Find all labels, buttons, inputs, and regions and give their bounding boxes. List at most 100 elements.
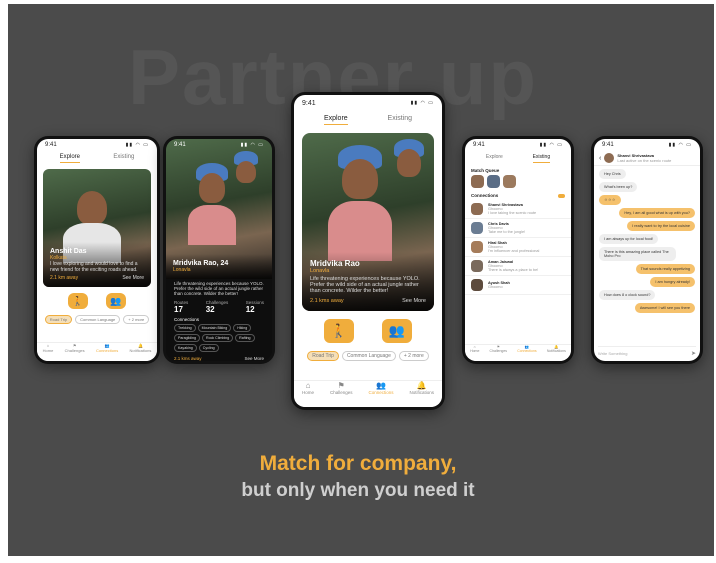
tab-explore[interactable]: Explore — [486, 154, 503, 163]
message-bubble: I really want to try the local cuisine — [627, 221, 695, 231]
connections-heading: Connections — [174, 317, 200, 322]
nav-notifications[interactable]: 🔔 Notifications — [130, 343, 152, 361]
message-bubble: Hey, I am all good what is up with you? — [619, 208, 695, 218]
nav-connections[interactable]: 👥 Connections — [517, 345, 536, 361]
list-item[interactable]: Chris Davis Ghoomo Take me to the jungle! — [465, 219, 571, 238]
chip-more[interactable]: + 2 more — [398, 351, 429, 361]
interest-chips: Trekking Mountain Biking Hiking Paraglid… — [166, 324, 272, 352]
phone-existing: 9:41 ▮▮ ◠ ▭ Explore Existing Match Queue … — [462, 136, 574, 364]
chip-interest[interactable]: Rafting — [235, 334, 255, 342]
status-bar: 9:41 ▮▮ ◠ ▭ — [37, 139, 157, 151]
chip-interest[interactable]: Kayaking — [174, 344, 197, 352]
presentation-board: Partner up 9:41 ▮▮ ◠ ▭ Explore Existing A… — [8, 4, 714, 556]
people-icon: 👥 — [375, 381, 386, 390]
message-bubble: I am always up for local food! — [599, 234, 659, 244]
see-more-link[interactable]: See More — [402, 298, 426, 304]
bottom-nav: ⌂ Home ⚑ Challenges 👥 Connections 🔔 Notifica… — [465, 344, 571, 361]
status-bar: 9:41 ▮▮ ◠ ▭ — [174, 142, 264, 148]
nav-notifications[interactable]: 🔔 Notifications — [409, 381, 434, 407]
chip-common-language[interactable]: Common Language — [75, 315, 121, 324]
top-tabs: Explore Existing — [465, 151, 571, 166]
profile-name: Mridvika Rao — [310, 259, 360, 268]
see-more-link[interactable]: See More — [244, 356, 264, 361]
phone-explore-1: 9:41 ▮▮ ◠ ▭ Explore Existing Anshit Das K… — [34, 136, 160, 364]
chip-road-trip[interactable]: Road Trip — [44, 315, 73, 324]
chip-road-trip[interactable]: Road Trip — [307, 351, 339, 361]
nav-challenges[interactable]: ⚑ Challenges — [490, 345, 508, 361]
avatar[interactable] — [471, 175, 484, 188]
tab-existing[interactable]: Existing — [532, 154, 551, 163]
back-icon[interactable]: ‹ — [599, 155, 601, 162]
nav-home[interactable]: ⌂ Home — [302, 381, 314, 407]
profile-bio: Life threatening experiences because YOL… — [310, 276, 420, 294]
nav-connections[interactable]: 👥 Connections — [96, 343, 118, 361]
nav-challenges[interactable]: ⚑ Challenges — [330, 381, 353, 407]
chip-interest[interactable]: Cycling — [198, 344, 219, 352]
bell-icon: 🔔 — [416, 381, 427, 390]
home-icon: ⌂ — [305, 381, 311, 390]
chip-interest[interactable]: Trekking — [174, 324, 196, 332]
nav-challenges[interactable]: ⚑ Challenges — [65, 343, 85, 361]
person-head — [77, 191, 107, 225]
message-bubble: How does 8 o clock sound? — [599, 290, 656, 300]
tagline-line1: Match for company, — [259, 452, 457, 475]
chip-common-language[interactable]: Common Language — [341, 351, 396, 361]
status-bar: 9:41 ▮▮ ◠ ▭ — [294, 95, 442, 111]
message-list: Hey Chris What's been up? ☺☺☺ Hey, I am … — [594, 166, 700, 316]
tab-existing[interactable]: Existing — [388, 115, 413, 125]
status-time: 9:41 — [473, 142, 485, 148]
avatar[interactable] — [503, 175, 516, 188]
list-item[interactable]: Hiral Shah Ghoomo I'm influencer and profe… — [465, 238, 571, 257]
profile-card[interactable]: Anshit Das Kolkata I love exploring and … — [43, 169, 151, 287]
nav-home[interactable]: ⌂ Home — [470, 345, 479, 361]
profile-card[interactable]: Mridvika Rao Lonavla Life threatening ex… — [302, 133, 434, 311]
avatar — [471, 203, 483, 215]
distance-label: 2.1 km away — [50, 275, 79, 281]
list-item[interactable]: Shanvi Shrivastava Ghoomo I love taking th… — [465, 200, 571, 219]
connections-list: Shanvi Shrivastava Ghoomo I love taking th… — [465, 200, 571, 295]
match-queue — [465, 175, 571, 188]
walk-button[interactable]: 🚶 — [324, 319, 354, 343]
profile-location: Lonavla — [173, 267, 191, 273]
avatar — [471, 279, 483, 291]
list-item[interactable]: Aman Jaiswal Ghoomo There is always a plac… — [465, 257, 571, 276]
chat-header: ‹ Shanvi Shrivastava Last active on the … — [594, 151, 700, 166]
phone-screen: 9:41 ▮▮ ◠ ▭ ‹ Shanvi Shrivastava Last act… — [594, 139, 700, 361]
pair-button[interactable]: 👥 — [106, 293, 126, 309]
chip-interest[interactable]: Hiking — [233, 324, 252, 332]
bottom-nav: ⌂ Home ⚑ Challenges 👥 Connections 🔔 Notifica… — [37, 342, 157, 361]
distance-label: 2.1 kms away — [174, 356, 202, 361]
tagline-line2: but only when you need it — [241, 480, 475, 501]
list-item[interactable]: Ayush Shah Ghoomo — [465, 276, 571, 295]
person-head — [236, 161, 256, 183]
top-tabs: Explore Existing — [294, 111, 442, 129]
tab-explore[interactable]: Explore — [323, 115, 348, 125]
tab-existing[interactable]: Existing — [113, 154, 134, 163]
send-icon[interactable]: ➤ — [691, 350, 696, 357]
chip-interest[interactable]: Paragliding — [174, 334, 200, 342]
nav-notifications[interactable]: 🔔 Notifications — [547, 345, 566, 361]
chip-interest[interactable]: Mountain Biking — [197, 324, 232, 332]
person-body — [188, 205, 236, 245]
status-time: 9:41 — [45, 142, 57, 148]
profile-name: Mridvika Rao, 24 — [173, 260, 229, 267]
avatar[interactable] — [487, 175, 500, 188]
see-more-link[interactable]: See More — [122, 275, 144, 281]
message-bubble: There is this amazing place called The M… — [599, 247, 677, 261]
chip-interest[interactable]: Rock Climbing — [201, 334, 234, 342]
flag-icon: ⚑ — [337, 381, 345, 390]
pair-button[interactable]: 👥 — [382, 319, 412, 343]
phone-chat: 9:41 ▮▮ ◠ ▭ ‹ Shanvi Shrivastava Last act… — [591, 136, 703, 364]
message-bubble: ☺☺☺ — [599, 195, 621, 205]
nav-home[interactable]: ⌂ Home — [43, 343, 54, 361]
chip-more[interactable]: + 2 more — [123, 315, 150, 324]
phone-screen: 9:41 ▮▮ ◠ ▭ Mridvika Rao, 24 Lonavla Life… — [166, 139, 272, 361]
count-badge — [558, 193, 565, 198]
walk-button[interactable]: 🚶 — [68, 293, 88, 309]
message-input[interactable]: Write Something — [598, 351, 628, 356]
message-bubble: That sounds really appetizing — [635, 264, 695, 274]
signal-icon: ▮▮ ◠ ▭ — [410, 100, 434, 106]
avatar — [604, 153, 615, 163]
tab-explore[interactable]: Explore — [59, 154, 80, 163]
nav-connections[interactable]: 👥 Connections — [368, 381, 393, 407]
